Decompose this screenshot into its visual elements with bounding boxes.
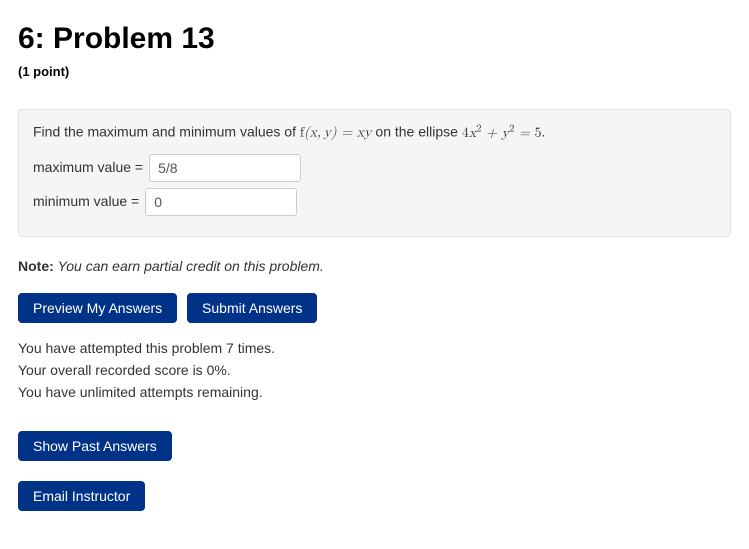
max-row: maximum value = [33, 154, 716, 182]
max-input[interactable] [149, 154, 301, 182]
problem-intro: Find the maximum and minimum values of [33, 124, 300, 140]
note-italic: You can earn partial credit on this prob… [58, 258, 324, 274]
min-row: minimum value = [33, 188, 716, 216]
min-input[interactable] [145, 188, 297, 216]
math-function: f(x, y) = xy [300, 126, 372, 140]
problem-mid: on the ellipse [372, 124, 462, 140]
score-text: Your overall recorded score is 0%. [18, 361, 731, 381]
min-label: minimum value = [33, 192, 139, 212]
max-label: maximum value = [33, 158, 143, 178]
show-past-answers-button[interactable]: Show Past Answers [18, 431, 172, 461]
page-title: 6: Problem 13 [18, 18, 731, 61]
status-block: You have attempted this problem 7 times.… [18, 339, 731, 403]
preview-button[interactable]: Preview My Answers [18, 293, 177, 323]
problem-end: . [542, 124, 546, 140]
problem-container: Find the maximum and minimum values of f… [18, 109, 731, 237]
submit-button[interactable]: Submit Answers [187, 293, 317, 323]
note-bold: Note: [18, 258, 54, 274]
email-instructor-button[interactable]: Email Instructor [18, 481, 145, 511]
math-constraint: 4x2 + y2 = 5 [462, 126, 542, 140]
attempts-text: You have attempted this problem 7 times. [18, 339, 731, 359]
note: Note: You can earn partial credit on thi… [18, 257, 731, 277]
answer-button-row: Preview My Answers Submit Answers [18, 293, 731, 323]
remaining-text: You have unlimited attempts remaining. [18, 383, 731, 403]
problem-statement: Find the maximum and minimum values of f… [33, 122, 716, 144]
points-label: (1 point) [18, 63, 731, 82]
